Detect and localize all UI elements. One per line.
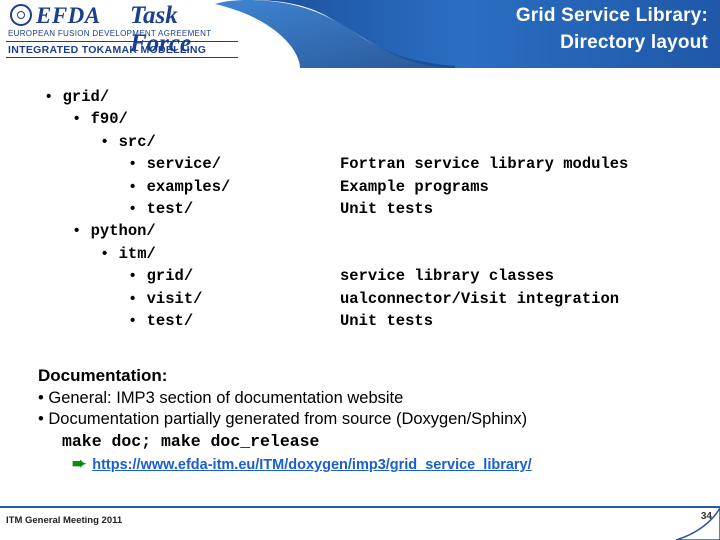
tree-item-label: examples/ [146, 177, 231, 196]
tree-row: • src/ [44, 133, 230, 155]
slide-footer: ITM General Meeting 2011 34 [0, 506, 720, 540]
bullet-icon: • [128, 267, 147, 286]
tree-item-description: service library classes [340, 267, 554, 286]
tree-item-label: python/ [90, 222, 156, 241]
tree-item-label: test/ [146, 311, 194, 330]
page-title: Grid Service Library: Directory layout [516, 3, 708, 57]
tree-row: • itm/ [44, 245, 230, 267]
slide-content: • grid/• f90/• src/• service/Fortran ser… [0, 68, 720, 506]
page-title-line1: Grid Service Library: [515, 5, 708, 26]
bullet-icon: • [44, 88, 63, 106]
tree-row: • test/Unit tests [44, 199, 433, 222]
bullet-icon: • [128, 177, 147, 196]
tree-item-description: Example programs [340, 177, 489, 196]
documentation-link[interactable]: https://www.efda-itm.eu/ITM/doxygen/imp3… [92, 457, 531, 473]
slide-header: EFDA Task Force EUROPEAN FUSION DEVELOPM… [0, 0, 720, 68]
tree-row: • visit/ualconnector/Visit integration [44, 289, 619, 312]
tree-row: • examples/Example programs [44, 177, 489, 200]
documentation-heading: Documentation: [38, 366, 168, 385]
documentation-bullet-general: • General: IMP3 section of documentation… [38, 389, 404, 407]
tree-item-description: Unit tests [340, 311, 434, 330]
tree-item-label: test/ [146, 199, 194, 218]
tree-item-label: src/ [118, 132, 156, 151]
documentation-commands: make doc; make doc_release [62, 432, 320, 452]
tree-row: • f90/ [44, 110, 230, 132]
tree-item-label: grid/ [146, 267, 194, 286]
directory-tree: • grid/• f90/• src/• service/Fortran ser… [44, 88, 628, 334]
documentation-link-row: ➨ https://www.efda-itm.eu/ITM/doxygen/imp… [72, 454, 698, 474]
tree-item-label: itm/ [118, 244, 156, 263]
bullet-icon: • [72, 110, 91, 129]
tree-row: • python/ [44, 222, 230, 244]
tree-item-label: service/ [146, 155, 222, 174]
tree-item-description: Unit tests [340, 199, 434, 218]
bullet-icon: • [128, 289, 147, 308]
logo-program: INTEGRATED TOKAMAK MODELLING [8, 44, 207, 56]
tree-item-description: ualconnector/Visit integration [340, 289, 620, 308]
tree-item-description: Fortran service library modules [340, 155, 629, 174]
tree-row: • test/Unit tests [44, 311, 433, 334]
footer-page-number: 34 [700, 511, 712, 522]
bullet-icon: • [100, 244, 119, 263]
footer-divider [0, 506, 720, 508]
eu-stars-icon [10, 4, 32, 26]
bullet-icon: • [128, 155, 147, 174]
tree-item-label: f90/ [90, 110, 128, 129]
tree-item-label: visit/ [146, 289, 203, 308]
tree-item-label: grid/ [62, 88, 110, 106]
tree-row: • service/Fortran service library module… [44, 155, 628, 177]
bullet-icon: • [128, 199, 147, 218]
tree-row: • grid/service library classes [44, 267, 554, 289]
bullet-icon: • [72, 222, 91, 241]
arrow-right-icon: ➨ [72, 454, 87, 474]
tree-row: • grid/ [44, 88, 230, 110]
logo-divider-bottom [6, 57, 238, 58]
logo-brand: EFDA [36, 3, 101, 28]
page-title-line2: Directory layout [560, 31, 708, 53]
documentation-section: Documentation: • General: IMP3 section o… [38, 366, 698, 474]
logo-divider-top [6, 41, 238, 42]
efda-logo: EFDA Task Force EUROPEAN FUSION DEVELOPM… [6, 2, 244, 60]
footer-corner-graphic [676, 508, 720, 540]
logo-subtitle: EUROPEAN FUSION DEVELOPMENT AGREEMENT [8, 29, 212, 38]
bullet-icon: • [100, 132, 119, 151]
footer-meeting-label: ITM General Meeting 2011 [6, 515, 123, 526]
documentation-bullet-generated: • Documentation partially generated from… [38, 410, 528, 429]
bullet-icon: • [128, 311, 147, 330]
